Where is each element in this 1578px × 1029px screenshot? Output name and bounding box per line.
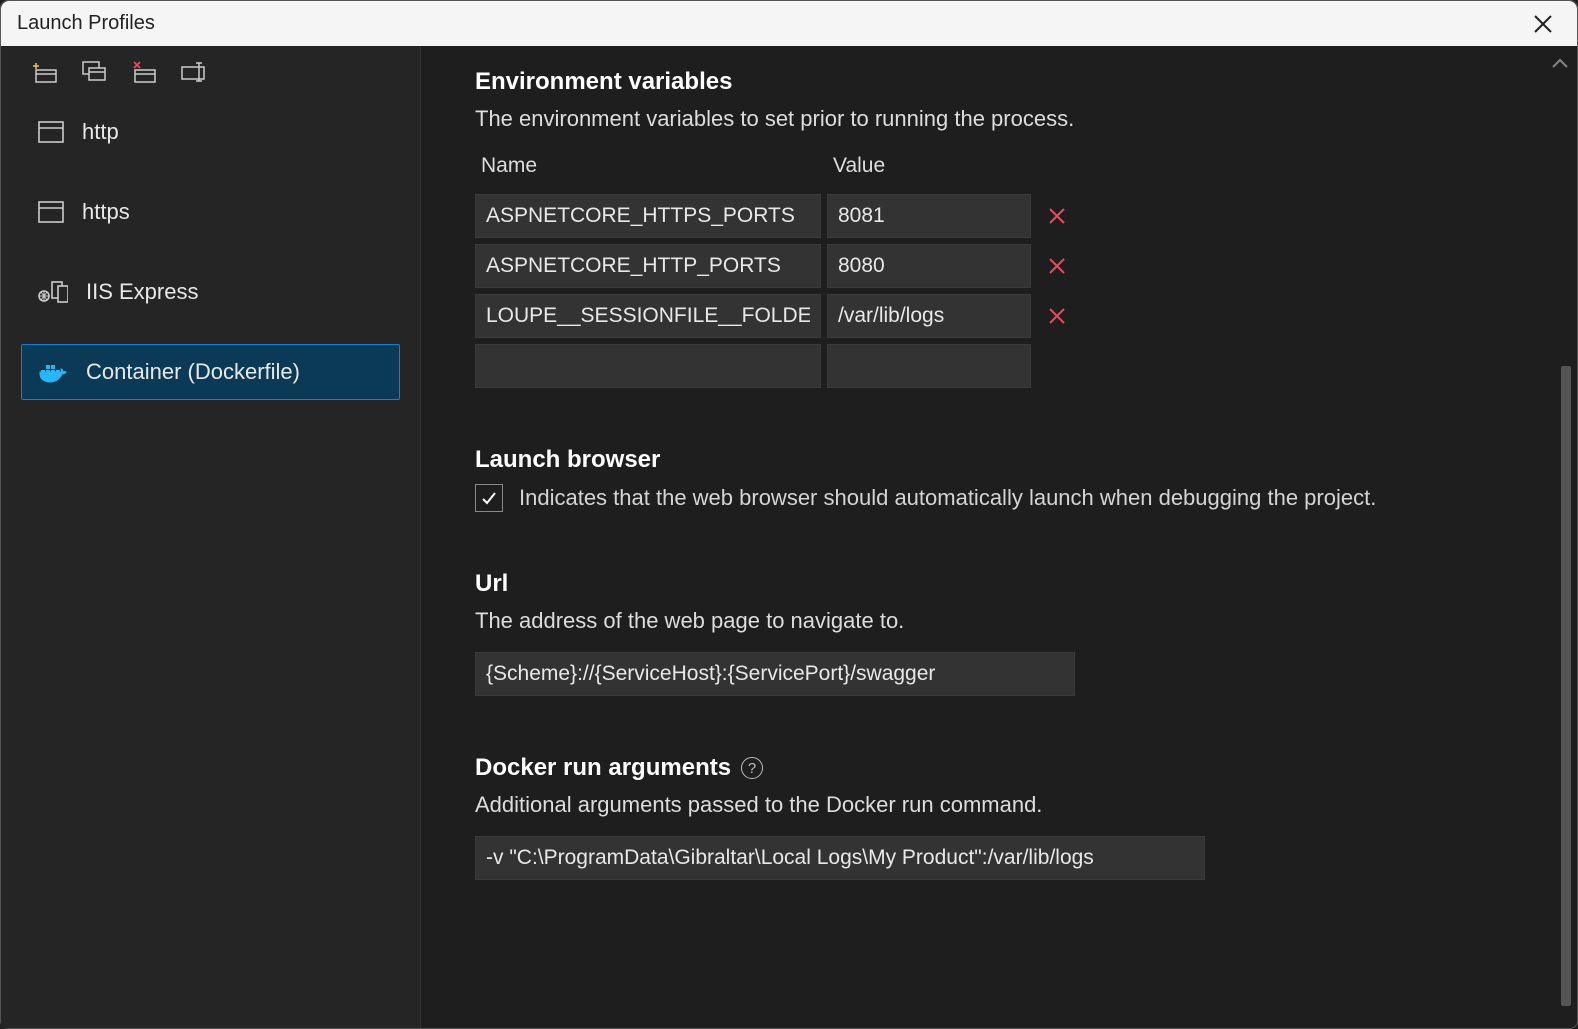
browser-icon bbox=[38, 121, 64, 143]
docker-icon bbox=[38, 360, 68, 384]
rename-icon bbox=[181, 61, 209, 83]
duplicate-icon bbox=[82, 61, 108, 83]
profile-label: http bbox=[82, 119, 119, 145]
duplicate-profile-button[interactable] bbox=[81, 60, 109, 84]
window-title: Launch Profiles bbox=[17, 12, 155, 35]
launch-browser-section: Launch browser Indicates that the web br… bbox=[475, 446, 1503, 512]
delete-x-icon bbox=[1048, 207, 1066, 225]
env-name-input[interactable] bbox=[475, 194, 821, 238]
delete-x-icon bbox=[1048, 307, 1066, 325]
new-profile-icon bbox=[32, 61, 58, 83]
url-desc: The address of the web page to navigate … bbox=[475, 608, 1503, 634]
launch-browser-checkbox[interactable] bbox=[475, 484, 503, 512]
docker-args-input[interactable] bbox=[475, 836, 1205, 880]
env-name-input[interactable] bbox=[475, 244, 821, 288]
title-bar: Launch Profiles bbox=[1, 1, 1577, 46]
sidebar-toolbar bbox=[1, 46, 420, 94]
url-title: Url bbox=[475, 570, 1503, 598]
env-vars-title: Environment variables bbox=[475, 68, 1503, 96]
env-delete-button[interactable] bbox=[1037, 257, 1077, 275]
env-value-input[interactable] bbox=[827, 294, 1031, 338]
env-delete-button[interactable] bbox=[1037, 207, 1077, 225]
env-col-value: Value bbox=[827, 150, 1031, 188]
browser-icon bbox=[38, 201, 64, 223]
docker-args-title: Docker run arguments bbox=[475, 754, 731, 782]
env-vars-table: Name Value bbox=[475, 150, 1503, 388]
launch-browser-title: Launch browser bbox=[475, 446, 1503, 474]
rename-profile-button[interactable] bbox=[181, 60, 209, 84]
docker-args-desc: Additional arguments passed to the Docke… bbox=[475, 792, 1503, 818]
content-scroll: Environment variables The environment va… bbox=[421, 46, 1577, 1028]
checkmark-icon bbox=[480, 489, 498, 507]
delete-profile-icon bbox=[132, 61, 158, 83]
launch-browser-desc: Indicates that the web browser should au… bbox=[519, 485, 1376, 511]
profile-item-https[interactable]: https bbox=[21, 184, 400, 240]
main-panel: Environment variables The environment va… bbox=[421, 46, 1577, 1028]
profile-item-container-dockerfile[interactable]: Container (Dockerfile) bbox=[21, 344, 400, 400]
env-value-input[interactable] bbox=[827, 194, 1031, 238]
env-value-input-empty[interactable] bbox=[827, 344, 1031, 388]
docker-args-section: Docker run arguments ? Additional argume… bbox=[475, 754, 1503, 880]
env-delete-button[interactable] bbox=[1037, 307, 1077, 325]
env-col-name: Name bbox=[475, 150, 821, 188]
close-icon bbox=[1533, 14, 1553, 34]
env-value-input[interactable] bbox=[827, 244, 1031, 288]
profile-list: http https IIS Express Container (Docker… bbox=[1, 94, 420, 410]
delete-x-icon bbox=[1048, 257, 1066, 275]
profile-label: IIS Express bbox=[86, 279, 198, 305]
new-profile-button[interactable] bbox=[31, 60, 59, 84]
delete-profile-button[interactable] bbox=[131, 60, 159, 84]
profile-item-iis-express[interactable]: IIS Express bbox=[21, 264, 400, 320]
profile-label: Container (Dockerfile) bbox=[86, 359, 300, 385]
profile-item-http[interactable]: http bbox=[21, 104, 400, 160]
url-input[interactable] bbox=[475, 652, 1075, 696]
env-name-input[interactable] bbox=[475, 294, 821, 338]
url-section: Url The address of the web page to navig… bbox=[475, 570, 1503, 696]
help-icon[interactable]: ? bbox=[741, 757, 763, 779]
close-button[interactable] bbox=[1525, 10, 1561, 38]
iis-icon bbox=[38, 280, 68, 304]
env-vars-desc: The environment variables to set prior t… bbox=[475, 106, 1503, 132]
profile-label: https bbox=[82, 199, 130, 225]
env-name-input-empty[interactable] bbox=[475, 344, 821, 388]
sidebar: http https IIS Express Container (Docker… bbox=[1, 46, 421, 1028]
